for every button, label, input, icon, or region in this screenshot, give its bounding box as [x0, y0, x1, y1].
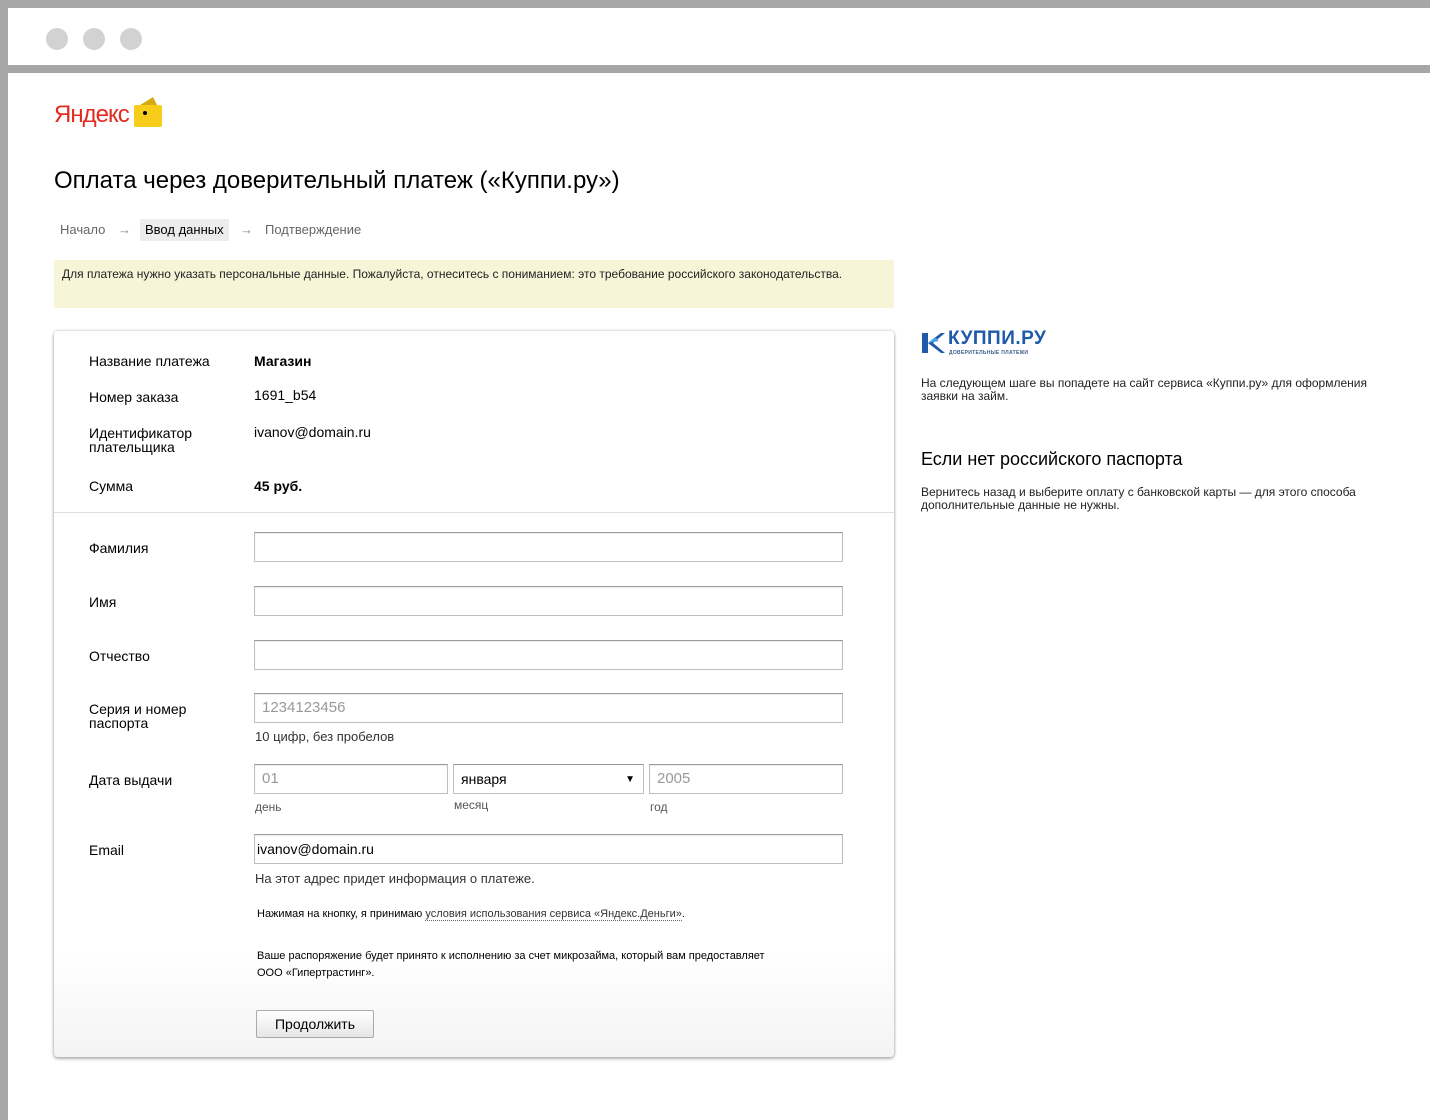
payment-form-card: Название платежа Магазин Номер заказа 16…	[54, 331, 894, 1057]
page-title: Оплата через доверительный платеж («Купп…	[54, 167, 620, 194]
microloan-line-1: Ваше распоряжение будет принято к исполн…	[257, 950, 765, 962]
name-input[interactable]	[254, 586, 843, 616]
passport-label: Серия и номер паспорта	[89, 701, 187, 731]
payment-name-label: Название платежа	[89, 353, 210, 369]
kuppi-k-icon	[922, 333, 945, 353]
passport-input[interactable]: 1234123456	[254, 693, 843, 723]
window-titlebar	[8, 8, 1430, 73]
payer-id-label: Идентификатор плательщика	[89, 425, 193, 455]
terms-suffix: .	[681, 908, 685, 920]
kuppi-name: КУППИ.РУ	[948, 328, 1047, 349]
page-content: Яндекс Оплата через доверительный платеж…	[8, 73, 1430, 1120]
patronymic-input[interactable]	[254, 640, 843, 670]
order-number-label: Номер заказа	[89, 389, 179, 405]
issue-year-input[interactable]: 2005	[649, 764, 843, 794]
terms-prefix: Нажимая на кнопку, я принимаю	[257, 908, 426, 920]
window-maximize-dot[interactable]	[120, 28, 142, 50]
yandex-logo-text: Яндекс	[54, 101, 130, 128]
order-number-value: 1691_b54	[254, 387, 317, 403]
window-minimize-dot[interactable]	[83, 28, 105, 50]
continue-button[interactable]: Продолжить	[256, 1010, 374, 1038]
name-label: Имя	[89, 594, 117, 610]
terms-text: Нажимая на кнопку, я принимаю условия ис…	[257, 906, 685, 923]
personal-data-notice: Для платежа нужно указать персональные д…	[54, 260, 894, 308]
step-start[interactable]: Начало	[60, 219, 105, 241]
issue-date-label: Дата выдачи	[89, 772, 173, 788]
terms-link[interactable]: условия использования сервиса «Яндекс.Де…	[425, 908, 682, 921]
issue-day-input[interactable]: 01	[254, 764, 448, 794]
microloan-line-2: ООО «Гипертрастинг».	[257, 967, 375, 979]
wallet-icon	[134, 97, 162, 127]
step-arrow: →	[118, 222, 131, 237]
amount-label: Сумма	[89, 478, 133, 494]
day-caption: день	[255, 800, 282, 814]
email-label: Email	[89, 842, 125, 858]
passport-hint: 10 цифр, без пробелов	[255, 729, 395, 744]
issue-month-select[interactable]: января ▼	[453, 764, 644, 794]
surname-label: Фамилия	[89, 540, 149, 556]
surname-input[interactable]	[254, 532, 843, 562]
payment-name-value: Магазин	[254, 353, 312, 369]
kuppi-tagline: ДОВЕРИТЕЛЬНЫЕ ПЛАТЕЖИ	[949, 350, 1029, 356]
dropdown-arrow-icon: ▼	[625, 774, 635, 785]
section-divider	[54, 512, 894, 513]
month-caption: месяц	[454, 798, 489, 812]
year-caption: год	[650, 800, 668, 814]
email-input[interactable]: ivanov@domain.ru	[254, 834, 843, 864]
step-confirmation: Подтверждение	[265, 222, 362, 237]
no-passport-info: Вернитесь назад и выберите оплату с банк…	[921, 485, 1356, 512]
step-arrow: →	[240, 222, 253, 237]
issue-month-value: января	[461, 771, 507, 787]
patronymic-label: Отчество	[89, 648, 150, 664]
amount-value: 45 руб.	[254, 478, 303, 494]
step-data-entry: Ввод данных	[140, 219, 229, 241]
next-step-info: На следующем шаге вы попадете на сайт се…	[921, 376, 1367, 403]
payer-id-value: ivanov@domain.ru	[254, 424, 371, 440]
microloan-notice: Ваше распоряжение будет принято к исполн…	[257, 948, 765, 982]
window-close-dot[interactable]	[46, 28, 68, 50]
no-passport-heading: Если нет российского паспорта	[921, 449, 1183, 469]
email-hint: На этот адрес придет информация о платеж…	[255, 871, 535, 886]
